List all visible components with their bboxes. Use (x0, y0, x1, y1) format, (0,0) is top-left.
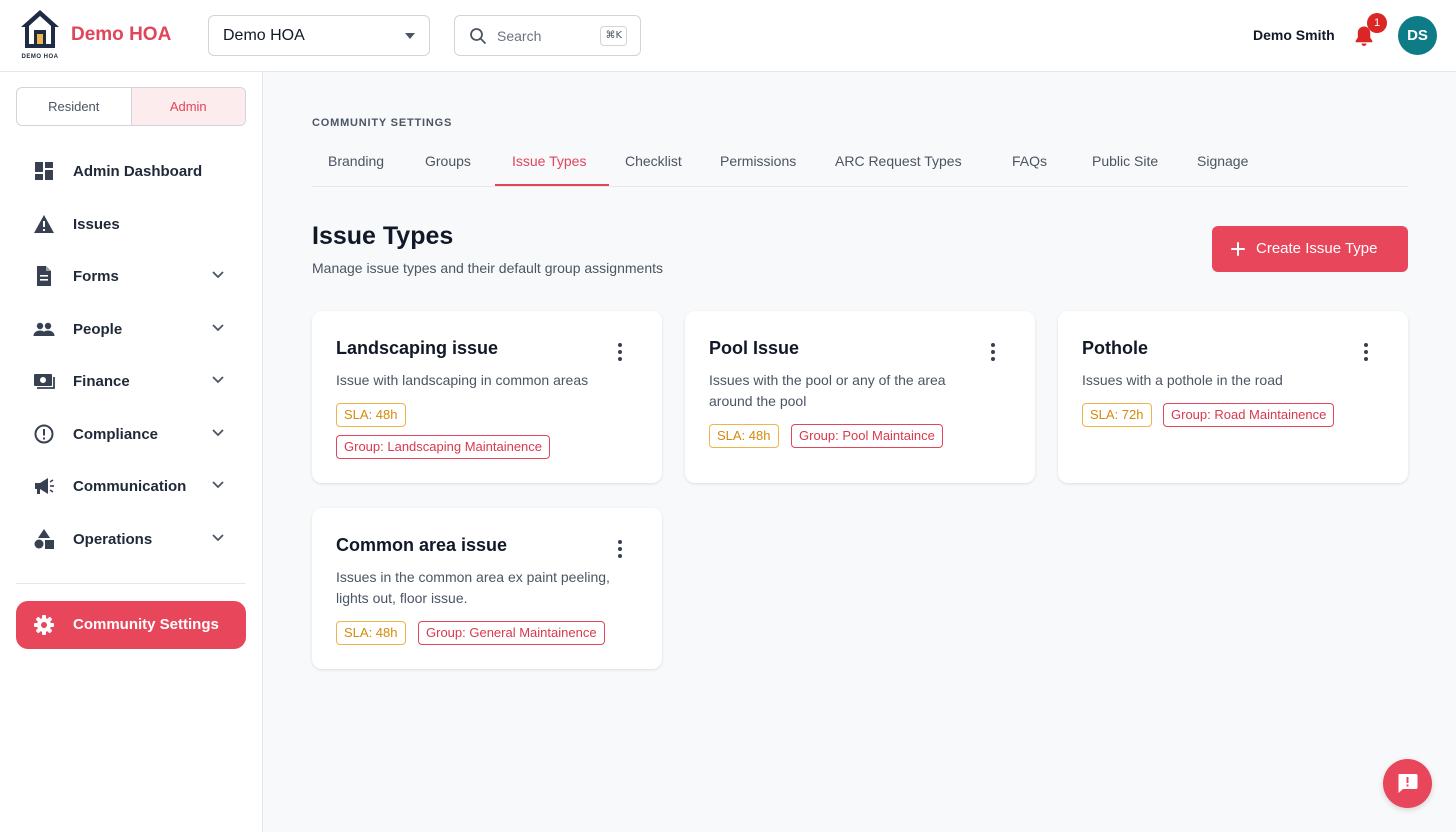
tab-arc-request-types[interactable]: ARC Request Types (835, 153, 962, 169)
more-options-icon[interactable] (1359, 342, 1373, 362)
chevron-down-icon[interactable] (211, 428, 225, 438)
sidebar-item-admin-dashboard[interactable]: Admin Dashboard (16, 149, 246, 193)
sidebar-item-label: Operations (73, 531, 153, 548)
money-icon (34, 374, 55, 389)
page-title: Issue Types (312, 222, 454, 250)
tab-issue-types[interactable]: Issue Types (512, 153, 586, 169)
group-badge: Group: Road Maintainence (1163, 403, 1335, 427)
settings-tabs: Branding Groups Issue Types Checklist Pe… (312, 140, 1408, 187)
sidebar-item-people[interactable]: People (16, 307, 246, 351)
card-description: Issues with a pothole in the road (1082, 372, 1283, 388)
tab-permissions[interactable]: Permissions (720, 153, 796, 169)
sidebar-item-community-settings[interactable]: Community Settings (16, 601, 246, 649)
create-button-label: Create Issue Type (1256, 240, 1378, 257)
active-tab-indicator (495, 184, 609, 186)
more-options-icon[interactable] (613, 342, 627, 362)
user-name[interactable]: Demo Smith (1253, 27, 1335, 43)
top-bar: DEMO HOA Demo HOA Demo HOA Search ⌘K Dem… (0, 0, 1456, 72)
brand-name[interactable]: Demo HOA (71, 24, 171, 46)
sla-badge: SLA: 48h (709, 424, 779, 448)
sidebar-item-label: Forms (73, 268, 119, 285)
warning-icon (34, 215, 54, 233)
sidebar-item-compliance[interactable]: Compliance (16, 412, 246, 456)
people-icon (33, 322, 55, 336)
tab-public-site[interactable]: Public Site (1092, 153, 1158, 169)
sla-badge: SLA: 48h (336, 621, 406, 645)
card-title: Pothole (1082, 338, 1148, 358)
dashboard-icon (35, 162, 53, 180)
tab-checklist[interactable]: Checklist (625, 153, 682, 169)
caret-down-icon (405, 33, 415, 39)
role-toggle: Resident Admin (16, 87, 246, 126)
hoa-select-value: Demo HOA (223, 27, 305, 44)
sidebar-item-label: Admin Dashboard (73, 163, 203, 180)
issue-type-card[interactable]: Common area issue Issues in the common a… (312, 508, 662, 669)
search-icon (470, 28, 486, 44)
issue-type-card[interactable]: Pool Issue Issues with the pool or any o… (685, 311, 1035, 483)
group-badge: Group: Pool Maintaince (791, 424, 943, 448)
tab-signage[interactable]: Signage (1197, 153, 1248, 169)
sidebar: Resident Admin Admin Dashboard Issues Fo… (0, 72, 263, 832)
sidebar-divider (16, 583, 246, 584)
megaphone-icon (35, 478, 54, 494)
sidebar-item-label: Communication (73, 478, 187, 495)
logo-caption: DEMO HOA (21, 54, 59, 60)
chat-button[interactable] (1383, 759, 1432, 808)
sidebar-item-label: Issues (73, 216, 120, 233)
sidebar-item-label: Finance (73, 373, 130, 390)
sidebar-item-issues[interactable]: Issues (16, 202, 246, 246)
card-description: Issue with landscaping in common areas (336, 372, 589, 388)
sidebar-item-forms[interactable]: Forms (16, 254, 246, 298)
search-placeholder: Search (497, 28, 542, 44)
chat-alert-icon (1398, 774, 1418, 793)
sla-badge: SLA: 48h (336, 403, 406, 427)
search-shortcut: ⌘K (600, 26, 627, 46)
card-description: Issues in the common area ex paint peeli… (336, 569, 610, 606)
sidebar-item-communication[interactable]: Communication (16, 464, 246, 508)
issue-type-card[interactable]: Pothole Issues with a pothole in the roa… (1058, 311, 1408, 483)
chevron-down-icon[interactable] (211, 480, 225, 490)
plus-icon (1231, 242, 1245, 256)
gear-icon (34, 615, 54, 635)
sidebar-item-finance[interactable]: Finance (16, 359, 246, 403)
group-badge: Group: Landscaping Maintainence (336, 435, 551, 459)
tab-faqs[interactable]: FAQs (1012, 153, 1047, 169)
card-description: Issues with the pool or any of the area … (709, 372, 946, 409)
card-title: Common area issue (336, 535, 508, 555)
house-icon (21, 10, 59, 48)
chevron-down-icon[interactable] (211, 533, 225, 543)
issue-type-card[interactable]: Landscaping issue Issue with landscaping… (312, 311, 662, 483)
role-resident-tab[interactable]: Resident (17, 88, 131, 125)
notification-badge: 1 (1367, 13, 1387, 33)
avatar[interactable]: DS (1398, 16, 1437, 55)
hoa-logo[interactable]: DEMO HOA (19, 8, 61, 62)
page-subtitle: Manage issue types and their default gro… (312, 260, 663, 276)
sidebar-item-operations[interactable]: Operations (16, 517, 246, 561)
shapes-icon (34, 529, 54, 549)
chevron-down-icon[interactable] (211, 270, 225, 280)
search-input[interactable]: Search ⌘K (454, 15, 641, 56)
role-admin-tab[interactable]: Admin (130, 88, 245, 125)
create-issue-type-button[interactable]: Create Issue Type (1212, 226, 1408, 272)
document-icon (37, 266, 51, 286)
chevron-down-icon[interactable] (211, 375, 225, 385)
alert-circle-icon (34, 424, 54, 444)
sidebar-item-label: Compliance (73, 426, 159, 443)
section-caption: COMMUNITY SETTINGS (312, 117, 453, 129)
chevron-down-icon[interactable] (211, 323, 225, 333)
more-options-icon[interactable] (986, 342, 1000, 362)
card-title: Landscaping issue (336, 338, 499, 358)
card-title: Pool Issue (709, 338, 800, 358)
hoa-select[interactable]: Demo HOA (208, 15, 430, 56)
sidebar-item-label: People (73, 321, 123, 338)
group-badge: Group: General Maintainence (418, 621, 605, 645)
more-options-icon[interactable] (613, 539, 627, 559)
tab-groups[interactable]: Groups (425, 153, 471, 169)
sla-badge: SLA: 72h (1082, 403, 1152, 427)
sidebar-item-label: Community Settings (73, 616, 219, 633)
tab-branding[interactable]: Branding (328, 153, 384, 169)
